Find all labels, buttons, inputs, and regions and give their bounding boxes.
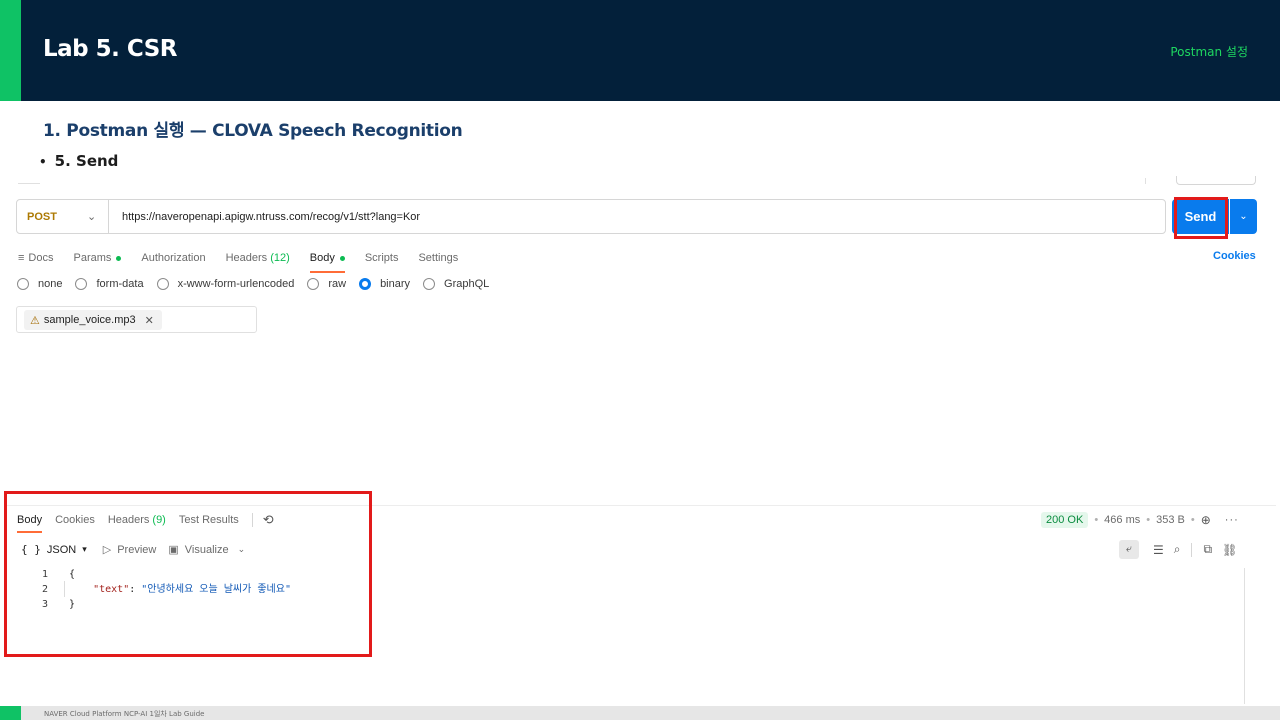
- method-select[interactable]: POST ⌄: [17, 200, 109, 233]
- tab-docs[interactable]: ≡ Docs: [18, 248, 53, 268]
- response-highlight-box: [4, 491, 372, 657]
- filter-icon[interactable]: ☰: [1153, 543, 1164, 557]
- tool-separator: [1190, 542, 1192, 557]
- response-right-tools: ⤶ ☰ ⌕ ⧉ ⛓: [1119, 540, 1247, 559]
- step-bullet: • 5. Send: [39, 152, 118, 170]
- params-dot-indicator: [116, 255, 122, 261]
- radio-graphql[interactable]: GraphQL: [423, 278, 489, 290]
- radio-circle-selected: [359, 278, 372, 290]
- send-highlight-box: [1174, 197, 1228, 239]
- send-options-chevron-icon[interactable]: ⌄: [1230, 199, 1257, 234]
- response-meta: 200 OK • 466 ms • 353 B • ⊕ ···: [1041, 512, 1239, 528]
- separator-dot: •: [1146, 514, 1151, 526]
- radio-binary-label: binary: [380, 278, 411, 290]
- step-heading: 1. Postman 실행 — CLOVA Speech Recognition: [43, 121, 463, 141]
- link-icon[interactable]: ⛓: [1222, 543, 1237, 557]
- radio-circle: [75, 278, 88, 290]
- radio-binary[interactable]: binary: [359, 278, 410, 290]
- url-input[interactable]: https://naveropenapi.apigw.ntruss.com/re…: [109, 211, 420, 223]
- radio-form-data[interactable]: form-data: [75, 278, 144, 290]
- tab-authorization[interactable]: Authorization: [141, 248, 205, 268]
- method-label: POST: [27, 210, 57, 223]
- body-dot-indicator: [339, 255, 345, 261]
- separator-dot: •: [1190, 514, 1195, 526]
- search-icon[interactable]: ⌕: [1174, 542, 1181, 557]
- cookies-link[interactable]: Cookies: [1213, 250, 1256, 262]
- header-accent-bar: [0, 0, 21, 101]
- tab-body[interactable]: Body: [309, 248, 345, 273]
- radio-circle: [423, 278, 436, 290]
- radio-none[interactable]: none: [17, 278, 62, 290]
- headers-count: (12): [270, 252, 290, 264]
- slide-title: Lab 5. CSR: [43, 36, 177, 62]
- tab-settings[interactable]: Settings: [418, 248, 458, 268]
- radio-urlencoded-label: x-www-form-urlencoded: [177, 278, 295, 290]
- tab-authorization-label: Authorization: [141, 252, 206, 264]
- slide-section-label: Postman 설정: [1170, 45, 1248, 59]
- tab-params-label: Params: [73, 252, 112, 264]
- status-badge[interactable]: 200 OK: [1041, 512, 1089, 528]
- slide-footer: NAVER Cloud Platform NCP-AI 1일차 Lab Guid…: [0, 706, 1280, 720]
- tab-docs-label: Docs: [28, 252, 54, 264]
- tab-headers[interactable]: Headers (12): [226, 248, 290, 268]
- wrap-lines-icon[interactable]: ⤶: [1119, 540, 1139, 559]
- url-bar: POST ⌄ https://naveropenapi.apigw.ntruss…: [16, 199, 1166, 234]
- file-chip: ⚠ sample_voice.mp3 ✕: [24, 310, 162, 330]
- tab-settings-label: Settings: [418, 252, 459, 264]
- body-type-radios: none form-data x-www-form-urlencoded raw…: [17, 278, 502, 290]
- docs-icon: ≡: [18, 252, 25, 264]
- radio-raw[interactable]: raw: [307, 278, 346, 290]
- separator-dot: •: [1094, 514, 1099, 526]
- scrollbar[interactable]: [1244, 568, 1245, 704]
- tab-scripts[interactable]: Scripts: [365, 248, 399, 268]
- bullet-dot-icon: •: [39, 155, 47, 169]
- network-globe-icon[interactable]: ⊕: [1201, 513, 1211, 527]
- top-box: [1176, 176, 1256, 185]
- tab-scripts-label: Scripts: [364, 252, 399, 264]
- more-options-icon[interactable]: ···: [1225, 514, 1239, 526]
- radio-circle: [17, 278, 29, 290]
- footer-accent-bar: [0, 706, 21, 720]
- binary-file-field[interactable]: ⚠ sample_voice.mp3 ✕: [16, 306, 257, 333]
- radio-raw-label: raw: [328, 278, 347, 290]
- chevron-down-icon: ⌄: [86, 211, 97, 223]
- radio-urlencoded[interactable]: x-www-form-urlencoded: [156, 278, 295, 290]
- tab-headers-label: Headers: [225, 252, 268, 264]
- footer-text: NAVER Cloud Platform NCP-AI 1일차 Lab Guid…: [44, 710, 205, 718]
- close-icon[interactable]: ✕: [145, 314, 154, 327]
- top-tick: [1145, 178, 1146, 184]
- tab-body-label: Body: [309, 252, 335, 264]
- step-bullet-text: 5. Send: [54, 152, 119, 170]
- radio-circle: [156, 278, 169, 290]
- slide-header: Lab 5. CSR Postman 설정: [0, 0, 1280, 101]
- radio-none-label: none: [38, 278, 63, 290]
- copy-icon[interactable]: ⧉: [1204, 542, 1213, 557]
- warning-icon: ⚠: [30, 314, 40, 327]
- radio-graphql-label: GraphQL: [444, 278, 490, 290]
- file-name: sample_voice.mp3: [43, 314, 136, 326]
- request-tabs: ≡ Docs Params Authorization Headers (12) B…: [18, 248, 478, 273]
- response-size[interactable]: 353 B: [1156, 514, 1185, 526]
- top-strip: [18, 178, 40, 184]
- radio-circle: [307, 278, 320, 290]
- response-time[interactable]: 466 ms: [1104, 514, 1140, 526]
- tab-params[interactable]: Params: [73, 248, 122, 268]
- radio-form-data-label: form-data: [96, 278, 144, 290]
